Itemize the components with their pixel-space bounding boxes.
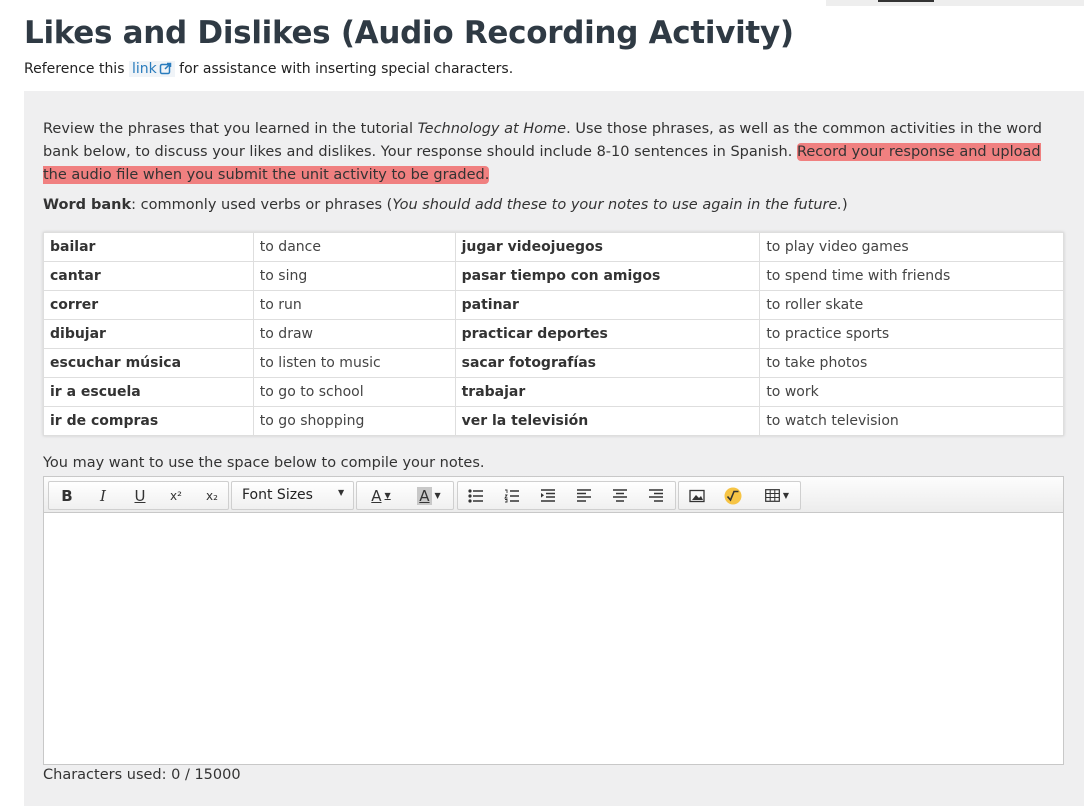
font-sizes-dropdown[interactable]: Font Sizes ▼: [231, 481, 354, 510]
page-title: Likes and Dislikes (Audio Recording Acti…: [24, 15, 794, 51]
insert-table-button[interactable]: ▼: [757, 482, 797, 509]
insert-group: ▼: [678, 481, 801, 510]
superscript-button[interactable]: x²: [161, 482, 191, 509]
english-translation: to play video games: [759, 232, 1064, 262]
word-bank-row: ir de compras to go shopping ver la televi…: [43, 406, 1064, 436]
reference-text-after: for assistance with inserting special ch…: [179, 61, 514, 77]
spanish-phrase: pasar tiempo con amigos: [454, 261, 761, 291]
spanish-phrase: correr: [43, 290, 254, 320]
characters-used: Characters used: 0 / 15000: [43, 767, 241, 783]
special-characters-link[interactable]: link: [128, 61, 175, 77]
tutorial-name: Technology at Home: [417, 121, 567, 137]
text-style-group: B I U x² x₂: [48, 481, 229, 510]
indent-button[interactable]: [533, 482, 563, 509]
word-bank-table: bailar to dance jugar videojuegos to play v…: [43, 232, 1064, 436]
notes-editor: B I U x² x₂ Font Sizes ▼ A ▼ A ▼ ▼: [43, 476, 1064, 765]
spanish-phrase: bailar: [43, 232, 254, 262]
spanish-phrase: ir a escuela: [43, 377, 254, 407]
bullet-list-button[interactable]: [461, 482, 491, 509]
activity-panel: Review the phrases that you learned in t…: [24, 91, 1084, 806]
english-translation: to run: [252, 290, 456, 320]
notes-text-area[interactable]: [44, 513, 1063, 764]
reference-text-before: Reference this: [24, 61, 125, 77]
word-bank-heading: Word bank: commonly used verbs or phrase…: [43, 197, 848, 213]
spanish-phrase: cantar: [43, 261, 254, 291]
english-translation: to dance: [252, 232, 456, 262]
english-translation: to take photos: [759, 348, 1064, 378]
chevron-down-icon: ▼: [338, 488, 345, 497]
spanish-phrase: practicar deportes: [454, 319, 761, 349]
english-translation: to spend time with friends: [759, 261, 1064, 291]
numbered-list-icon: [504, 489, 519, 502]
word-bank-row: ir a escuela to go to school trabajar to wo…: [43, 377, 1064, 407]
english-translation: to go to school: [252, 377, 456, 407]
english-translation: to sing: [252, 261, 456, 291]
reference-line: Reference this link for assistance with …: [24, 61, 513, 77]
english-translation: to practice sports: [759, 319, 1064, 349]
spanish-phrase: jugar videojuegos: [454, 232, 761, 262]
image-icon: [689, 489, 705, 502]
font-sizes-label: Font Sizes: [242, 487, 313, 503]
notes-label: You may want to use the space below to c…: [43, 455, 485, 471]
english-translation: to work: [759, 377, 1064, 407]
word-bank-row: bailar to dance jugar videojuegos to play v…: [43, 232, 1064, 262]
italic-button[interactable]: I: [88, 482, 118, 509]
spanish-phrase: trabajar: [454, 377, 761, 407]
external-link-icon: [159, 62, 171, 75]
table-icon: [765, 489, 780, 502]
color-group: A ▼ A ▼: [356, 481, 454, 510]
insert-math-button[interactable]: [718, 482, 748, 509]
spanish-phrase: escuchar música: [43, 348, 254, 378]
english-translation: to draw: [252, 319, 456, 349]
word-bank-row: escuchar música to listen to music sacar f…: [43, 348, 1064, 378]
top-tab-stub: [826, 0, 1084, 6]
spanish-phrase: sacar fotografías: [454, 348, 761, 378]
instructions: Review the phrases that you learned in t…: [43, 121, 1042, 184]
english-translation: to listen to music: [252, 348, 456, 378]
highlight-color-button[interactable]: A ▼: [407, 482, 451, 509]
word-bank-row: correr to run patinar to roller skate: [43, 290, 1064, 320]
word-bank-row: cantar to sing pasar tiempo con amigos to s…: [43, 261, 1064, 291]
align-left-button[interactable]: [569, 482, 599, 509]
english-translation: to roller skate: [759, 290, 1064, 320]
spanish-phrase: ver la televisión: [454, 406, 761, 436]
align-center-icon: [613, 488, 627, 502]
numbered-list-button[interactable]: [497, 482, 527, 509]
math-icon: [724, 487, 742, 504]
word-bank-row: dibujar to draw practicar deportes to pract…: [43, 319, 1064, 349]
subscript-button[interactable]: x₂: [197, 482, 227, 509]
insert-image-button[interactable]: [682, 482, 712, 509]
spanish-phrase: dibujar: [43, 319, 254, 349]
bold-button[interactable]: B: [52, 482, 82, 509]
list-align-group: [457, 481, 676, 510]
english-translation: to go shopping: [252, 406, 456, 436]
align-left-icon: [577, 488, 591, 502]
english-translation: to watch television: [759, 406, 1064, 436]
align-right-button[interactable]: [641, 482, 671, 509]
spanish-phrase: ir de compras: [43, 406, 254, 436]
indent-icon: [541, 488, 555, 502]
underline-button[interactable]: U: [125, 482, 155, 509]
editor-toolbar: B I U x² x₂ Font Sizes ▼ A ▼ A ▼ ▼: [44, 477, 1063, 513]
spanish-phrase: patinar: [454, 290, 761, 320]
font-color-button[interactable]: A ▼: [359, 482, 403, 509]
align-center-button[interactable]: [605, 482, 635, 509]
align-right-icon: [649, 488, 663, 502]
bullet-list-icon: [468, 488, 483, 503]
